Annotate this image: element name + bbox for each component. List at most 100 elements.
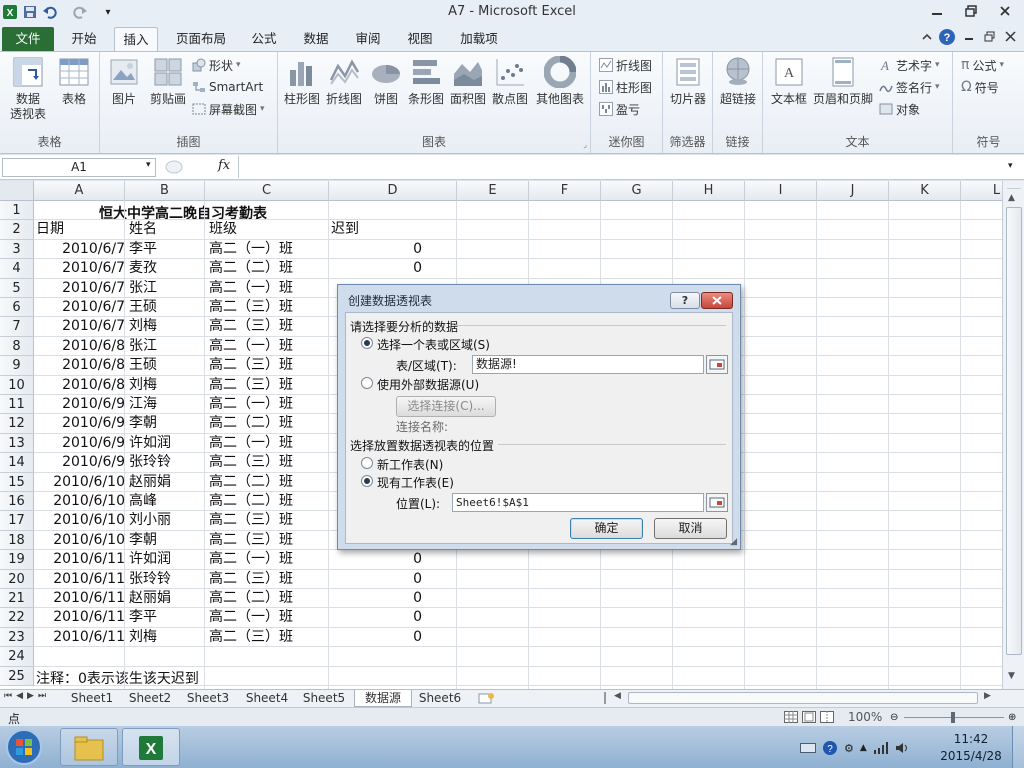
screenshot-button[interactable]: 屏幕截图 ▾ (192, 99, 265, 119)
cell-b25[interactable] (129, 667, 207, 686)
sheet-tab-1[interactable]: Sheet1 (64, 690, 120, 707)
row-header-12[interactable]: 12 (0, 414, 34, 434)
cell-c11[interactable]: 高二（一）班 (209, 395, 329, 414)
volume-icon[interactable] (895, 742, 909, 754)
ok-button[interactable]: 确定 (570, 518, 643, 539)
cell-a8[interactable]: 2010/6/8 (34, 337, 125, 356)
row-header-13[interactable]: 13 (0, 433, 34, 454)
cell-b9[interactable]: 王硕 (129, 356, 207, 375)
location-input[interactable]: Sheet6!$A$1 (452, 493, 704, 512)
column-header-i[interactable]: I (745, 181, 817, 201)
radio-select-range[interactable] (361, 337, 373, 349)
cell-a11[interactable]: 2010/6/9 (34, 395, 125, 414)
cell-a24[interactable] (34, 647, 125, 666)
scroll-down-icon[interactable]: ▼ (1008, 671, 1015, 681)
name-box[interactable]: A1 (2, 158, 156, 177)
row-header-7[interactable]: 7 (0, 317, 34, 337)
start-button-icon[interactable] (4, 728, 44, 766)
cell-b22[interactable]: 李平 (129, 608, 207, 627)
cell-a14[interactable]: 2010/6/9 (34, 453, 125, 472)
symbol-button[interactable]: Ω 符号 (961, 77, 999, 97)
sheet-tab-3[interactable]: Sheet3 (180, 690, 236, 707)
cell-d4[interactable]: 0 (329, 259, 422, 278)
cell-a7[interactable]: 2010/6/7 (34, 317, 125, 336)
cell-a16[interactable]: 2010/6/10 (34, 492, 125, 511)
line-chart-button[interactable]: 折线图 (324, 56, 364, 107)
cell-b1[interactable] (129, 201, 207, 220)
bar-chart-button[interactable]: 条形图 (406, 56, 446, 107)
cell-b6[interactable]: 王硕 (129, 298, 207, 317)
split-handle-icon[interactable] (1007, 181, 1021, 189)
input-method-icon[interactable]: ⚙ (844, 742, 854, 755)
cell-b21[interactable]: 赵丽娟 (129, 589, 207, 608)
shapes-button[interactable]: 形状 ▾ (192, 55, 241, 75)
row-header-19[interactable]: 19 (0, 550, 34, 570)
column-header-g[interactable]: G (601, 181, 673, 201)
cell-b13[interactable]: 许如润 (129, 434, 207, 453)
row-header-23[interactable]: 23 (0, 627, 34, 648)
slicer-button[interactable]: 切片器 (667, 56, 709, 107)
cell-d2[interactable]: 迟到 (331, 220, 424, 239)
cell-a22[interactable]: 2010/6/11 (34, 608, 125, 627)
zoom-out-icon[interactable]: ⊖ (890, 712, 898, 723)
cell-c12[interactable]: 高二（二）班 (209, 414, 329, 433)
clock-date[interactable]: 2015/4/28 (934, 749, 1008, 763)
cell-a1[interactable] (36, 201, 127, 220)
cell-b8[interactable]: 张江 (129, 337, 207, 356)
keyboard-icon[interactable] (800, 742, 816, 754)
collapse-ribbon-icon[interactable] (920, 30, 934, 44)
tab-review[interactable]: 审阅 (348, 27, 388, 52)
cell-b16[interactable]: 高峰 (129, 492, 207, 511)
zoom-slider-thumb[interactable] (951, 712, 955, 723)
other-charts-button[interactable]: 其他图表 (534, 56, 586, 107)
radio-new-worksheet[interactable] (361, 457, 373, 469)
column-header-c[interactable]: C (205, 181, 329, 201)
tab-formulas[interactable]: 公式 (244, 27, 284, 52)
row-header-21[interactable]: 21 (0, 589, 34, 609)
cell-a19[interactable]: 2010/6/11 (34, 550, 125, 569)
cell-b10[interactable]: 刘梅 (129, 376, 207, 395)
tab-split-handle[interactable] (604, 692, 610, 704)
tab-home[interactable]: 开始 (62, 27, 106, 52)
row-header-15[interactable]: 15 (0, 472, 34, 492)
column-header-d[interactable]: D (329, 181, 457, 201)
workbook-close-icon[interactable] (1005, 31, 1016, 42)
zoom-in-icon[interactable]: ⊕ (1008, 712, 1016, 723)
row-header-8[interactable]: 8 (0, 336, 34, 357)
scroll-up-icon[interactable]: ▲ (1008, 193, 1015, 203)
area-chart-button[interactable]: 面积图 (448, 56, 488, 107)
vertical-scrollbar[interactable]: ▲ ▼ (1002, 181, 1024, 689)
row-header-20[interactable]: 20 (0, 569, 34, 589)
cell-c6[interactable]: 高二（三）班 (209, 298, 329, 317)
cell-c18[interactable]: 高二（三）班 (209, 531, 329, 550)
cell-b2[interactable]: 姓名 (129, 220, 207, 239)
cell-c17[interactable]: 高二（三）班 (209, 511, 329, 530)
cell-c22[interactable]: 高二（一）班 (209, 608, 329, 627)
sheet-tab-4[interactable]: Sheet4 (239, 690, 295, 707)
sparkline-line-button[interactable]: 折线图 (599, 55, 652, 75)
row-header-24[interactable]: 24 (0, 647, 34, 667)
cell-c15[interactable]: 高二（二）班 (209, 473, 329, 492)
namebox-dropdown-icon[interactable]: ▾ (146, 160, 151, 170)
show-desktop-button[interactable] (1012, 726, 1024, 768)
cell-a17[interactable]: 2010/6/10 (34, 511, 125, 530)
normal-view-icon[interactable] (784, 711, 798, 723)
dialog-help-button[interactable]: ? (670, 292, 700, 309)
scroll-thumb[interactable] (1006, 207, 1022, 655)
cell-c20[interactable]: 高二（三）班 (209, 570, 329, 589)
expand-formula-icon[interactable]: ▾ (1008, 161, 1013, 171)
help-icon[interactable]: ? (938, 28, 956, 46)
cell-d23[interactable]: 0 (329, 628, 422, 647)
cell-c13[interactable]: 高二（一）班 (209, 434, 329, 453)
cell-a18[interactable]: 2010/6/10 (34, 531, 125, 550)
cell-c19[interactable]: 高二（一）班 (209, 550, 329, 569)
cell-a13[interactable]: 2010/6/9 (34, 434, 125, 453)
cell-d3[interactable]: 0 (329, 240, 422, 259)
cell-b14[interactable]: 张玲铃 (129, 453, 207, 472)
page-layout-view-icon[interactable] (802, 711, 816, 723)
cell-c4[interactable]: 高二（二）班 (209, 259, 329, 278)
explorer-taskbar-button[interactable] (60, 728, 118, 766)
cell-a4[interactable]: 2010/6/7 (34, 259, 125, 278)
help-tray-icon[interactable]: ? (822, 740, 838, 756)
cell-a20[interactable]: 2010/6/11 (34, 570, 125, 589)
